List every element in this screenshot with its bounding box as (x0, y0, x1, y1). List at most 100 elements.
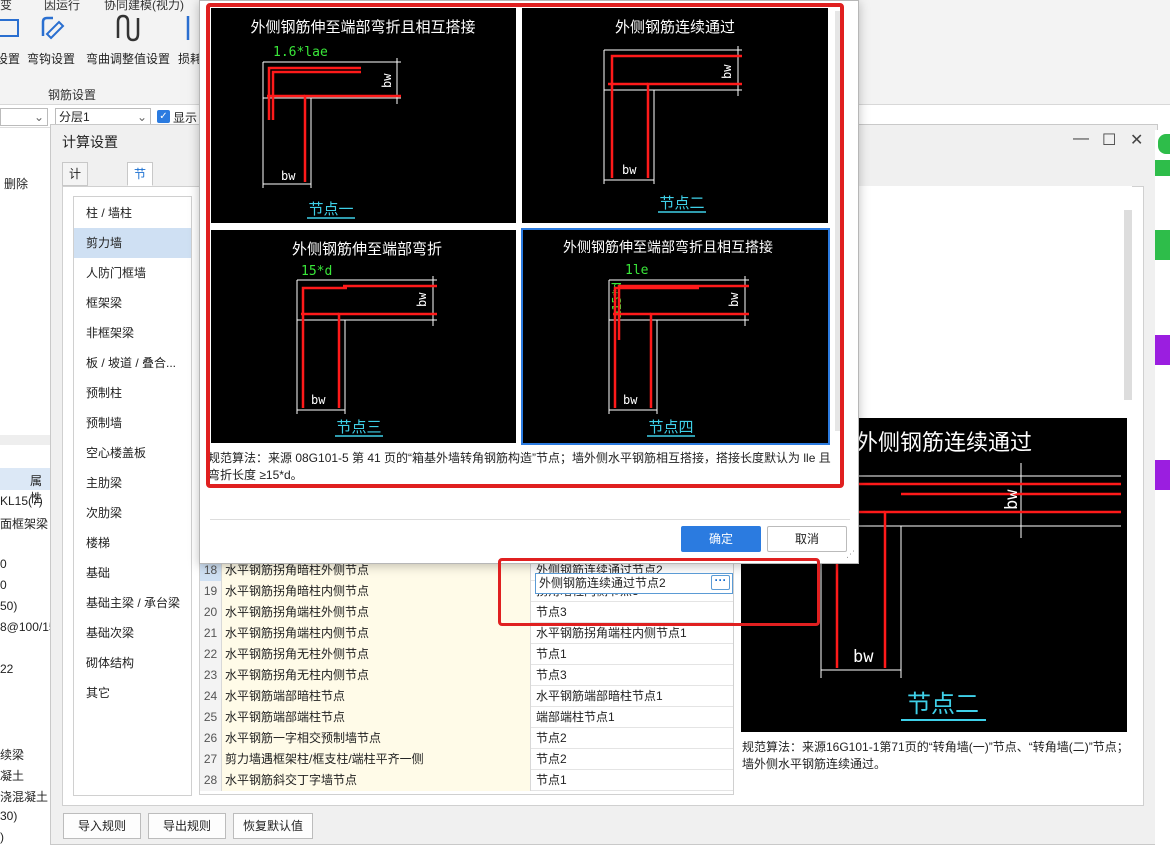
property-value: 续梁 (0, 748, 25, 762)
table-row[interactable]: 27 剪力墙遇框架柱/框支柱/端柱平齐一侧 节点2 (200, 749, 733, 770)
row-name: 水平钢筋斜交丁字墙节点 (222, 770, 531, 791)
category-item[interactable]: 板 / 坡道 / 叠合... (74, 348, 191, 378)
maximize-button[interactable]: ☐ (1102, 130, 1116, 150)
row-name: 水平钢筋拐角无柱外侧节点 (222, 644, 531, 665)
bend-adjust-button[interactable]: 弯曲调整值设置 (84, 12, 172, 72)
table-row[interactable]: 25 水平钢筋端部端柱节点 端部端柱节点1 (200, 707, 733, 728)
row-number: 24 (200, 686, 222, 707)
status-indicator (1158, 134, 1170, 154)
highlight-box (206, 3, 844, 488)
category-list: 柱 / 墙柱 剪力墙 人防门框墙 框架梁 非框架梁板 / 坡道 / 叠合... 预制柱 预制… (73, 196, 192, 796)
category-item[interactable]: 剪力墙 (74, 228, 191, 258)
dialog-title: 计算设置 (62, 134, 118, 150)
bend-adjust-label: 弯曲调整值设置 (85, 52, 170, 66)
table-row[interactable]: 28 水平钢筋斜交丁字墙节点 节点1 (200, 770, 733, 791)
category-item[interactable]: 非框架梁 (74, 318, 191, 348)
row-number: 28 (200, 770, 222, 791)
preview-node-label: 节点二 (907, 690, 979, 718)
property-value: 30) (0, 809, 18, 823)
restore-defaults-button[interactable]: 恢复默认值 (233, 813, 313, 839)
row-number: 21 (200, 623, 222, 644)
import-rules-button[interactable]: 导入规则 (63, 813, 141, 839)
floor-combo-value: 分层1 (59, 110, 90, 124)
color-bar (1155, 335, 1170, 365)
category-item[interactable]: 基础次梁 (74, 618, 191, 648)
export-rules-button[interactable]: 导出规则 (148, 813, 226, 839)
property-header: 属性 (0, 468, 52, 505)
category-item[interactable]: 框架梁 (74, 288, 191, 318)
row-value[interactable]: 水平钢筋拐角端柱内侧节点1 (532, 623, 733, 644)
row-name: 水平钢筋一字相交预制墙节点 (222, 728, 531, 749)
category-item[interactable]: 预制柱 (74, 378, 191, 408)
group-label: 钢筋设置 (48, 88, 97, 102)
highlight-box (498, 558, 820, 626)
category-item[interactable]: 预制墙 (74, 408, 191, 438)
setting-button-label: 设置 (0, 52, 20, 66)
color-bar (1155, 460, 1170, 490)
category-item[interactable]: 基础主梁 / 承台梁 (74, 588, 191, 618)
category-item[interactable]: 空心楼盖板 (74, 438, 191, 468)
row-name: 水平钢筋拐角端柱内侧节点 (222, 623, 531, 644)
delete-button[interactable]: 删除 (4, 175, 28, 192)
preview-bw-bottom: bw (853, 647, 874, 667)
splitter[interactable] (0, 435, 52, 445)
row-value[interactable]: 节点3 (532, 665, 733, 686)
category-item[interactable]: 柱 / 墙柱 (74, 198, 191, 228)
category-item[interactable]: 基础 (74, 558, 191, 588)
row-number: 20 (200, 602, 222, 623)
row-value[interactable]: 节点1 (532, 770, 733, 791)
preview-description: 规范算法：来源16G101-1第71页的“转角墙(一)”节点、“转角墙(二)”节… (742, 740, 1129, 771)
table-row[interactable]: 23 水平钢筋拐角无柱内侧节点 节点3 (200, 665, 733, 686)
category-item[interactable]: 主肋梁 (74, 468, 191, 498)
table-row[interactable]: 26 水平钢筋一字相交预制墙节点 节点2 (200, 728, 733, 749)
property-value: 0 (0, 557, 7, 571)
property-value: 浇混凝土 (0, 790, 49, 804)
component-combo[interactable]: ⌄ (0, 108, 48, 126)
category-item[interactable]: 次肋梁 (74, 498, 191, 528)
combo-arrow-icon: ⌄ (136, 110, 147, 124)
row-name: 水平钢筋拐角无柱内侧节点 (222, 665, 531, 686)
row-name: 剪力墙遇框架柱/框支柱/端柱平齐一侧 (222, 749, 531, 770)
show-checkbox[interactable]: ✓ (157, 110, 170, 123)
hook-setting-button[interactable]: 弯钩设置 (21, 12, 81, 72)
category-item[interactable]: 人防门框墙 (74, 258, 191, 288)
table-row[interactable]: 24 水平钢筋端部暗柱节点 水平钢筋端部暗柱节点1 (200, 686, 733, 707)
ok-button[interactable]: 确定 (681, 526, 761, 552)
category-item[interactable]: 砌体结构 (74, 648, 191, 678)
tab-calc-rules[interactable]: 计算规则 (62, 162, 89, 247)
property-value: ) (0, 830, 4, 844)
row-name: 水平钢筋端部端柱节点 (222, 707, 531, 728)
row-number: 26 (200, 728, 222, 749)
bend-icon (116, 14, 140, 42)
tab-node-settings[interactable]: 节点设置 (127, 162, 154, 247)
close-button[interactable]: ✕ (1130, 130, 1143, 150)
table-row[interactable]: 21 水平钢筋拐角端柱内侧节点 水平钢筋拐角端柱内侧节点1 (200, 623, 733, 644)
combo-arrow-icon: ⌄ (33, 110, 44, 124)
row-number: 25 (200, 707, 222, 728)
color-bar (1155, 230, 1170, 260)
row-value[interactable]: 节点2 (532, 728, 733, 749)
property-value: 8@100/15 (0, 620, 56, 634)
scrollbar[interactable] (1124, 210, 1132, 400)
preview-bw-top: bw (1002, 489, 1022, 510)
property-value: 凝土 (0, 769, 25, 783)
row-name: 水平钢筋端部暗柱节点 (222, 686, 531, 707)
preview-title: 外侧钢筋连续通过 (856, 431, 1032, 456)
row-value[interactable]: 端部端柱节点1 (532, 707, 733, 728)
property-value: 50) (0, 599, 18, 613)
row-name: 水平钢筋拐角端柱外侧节点 (222, 602, 531, 623)
hook-edit-icon (41, 16, 65, 40)
resize-grip-icon[interactable]: ⋰ (846, 549, 855, 560)
row-value[interactable]: 节点1 (532, 644, 733, 665)
row-number: 27 (200, 749, 222, 770)
category-item[interactable]: 其它 (74, 678, 191, 708)
category-item[interactable]: 楼梯 (74, 528, 191, 558)
table-row[interactable]: 22 水平钢筋拐角无柱外侧节点 节点1 (200, 644, 733, 665)
minimize-button[interactable]: — (1073, 130, 1089, 148)
hook-setting-label: 弯钩设置 (26, 52, 75, 66)
row-number: 22 (200, 644, 222, 665)
cancel-button[interactable]: 取消 (767, 526, 847, 552)
row-name: 水平钢筋拐角暗柱内侧节点 (222, 581, 531, 602)
row-value[interactable]: 节点2 (532, 749, 733, 770)
row-value[interactable]: 水平钢筋端部暗柱节点1 (532, 686, 733, 707)
